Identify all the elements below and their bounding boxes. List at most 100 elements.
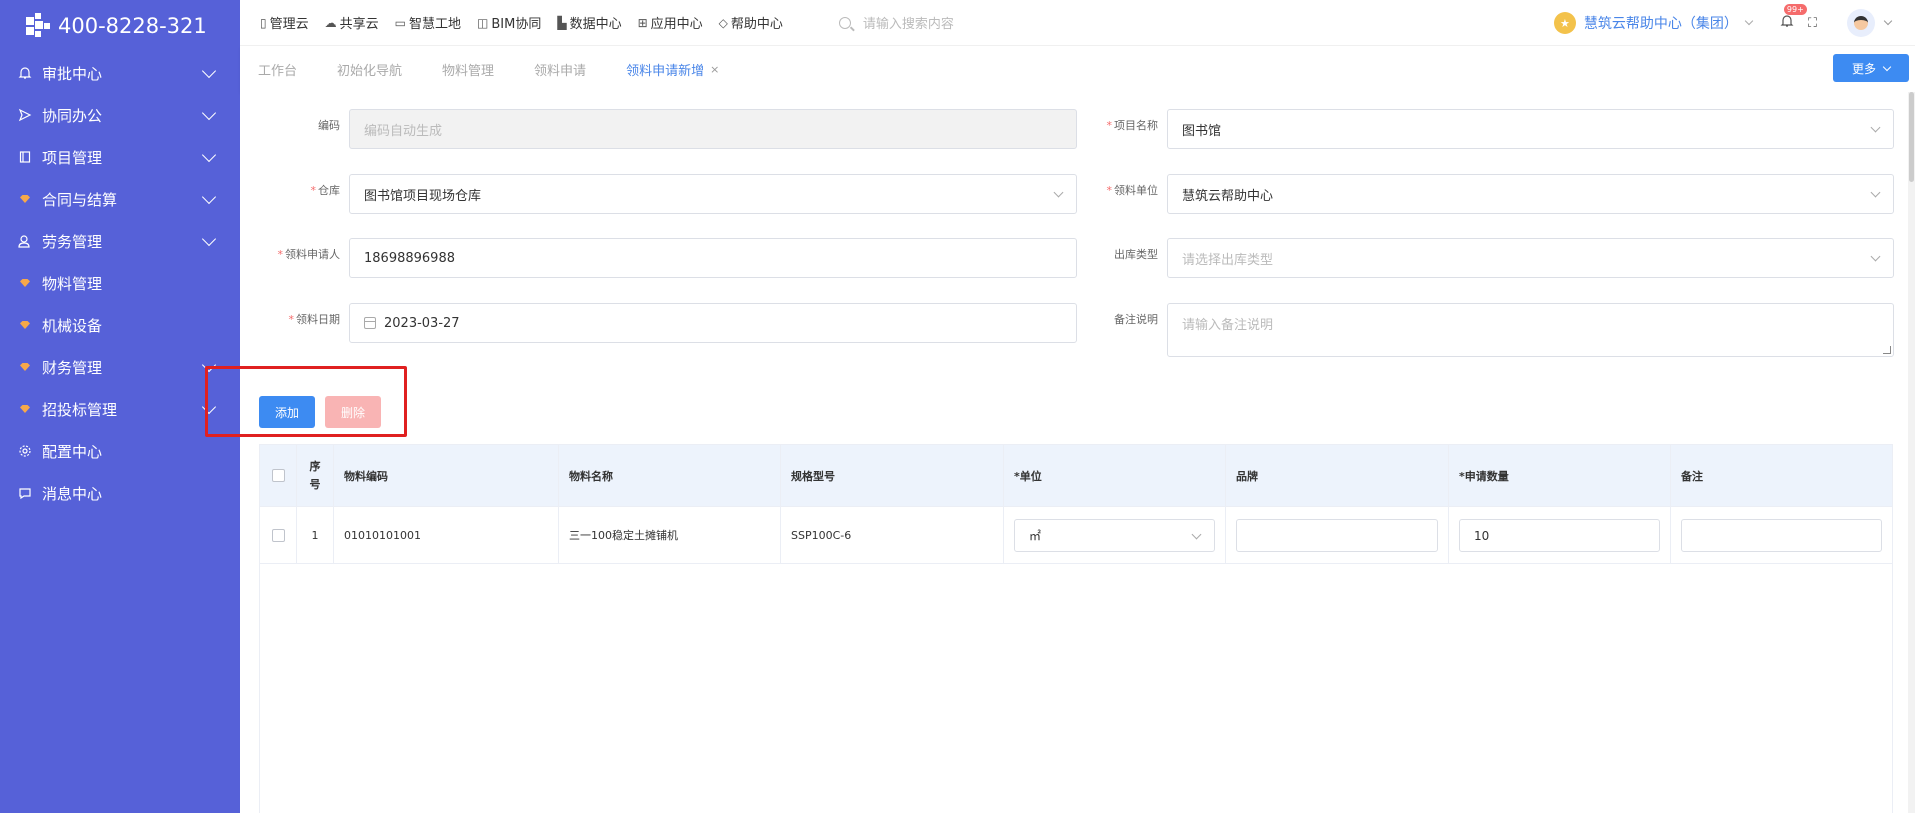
sidebar-item-label: 消息中心 bbox=[42, 484, 103, 503]
chevron-down-icon bbox=[201, 105, 217, 120]
row-qty-cell: 10 bbox=[1449, 507, 1671, 563]
sidebar-item-label: 协同办公 bbox=[42, 106, 103, 125]
resize-handle-icon bbox=[1883, 346, 1891, 354]
tab-requisition-new[interactable]: 领料申请新增 bbox=[626, 60, 704, 79]
header-code: 物料编码 bbox=[334, 445, 559, 506]
more-button[interactable]: 更多 bbox=[1833, 54, 1909, 82]
sidebar-item-machinery[interactable]: 机械设备 bbox=[0, 304, 240, 346]
sidebar-item-label: 审批中心 bbox=[42, 64, 103, 83]
remark-input[interactable] bbox=[1681, 519, 1882, 552]
sidebar-item-label: 项目管理 bbox=[42, 148, 103, 167]
sidebar-item-label: 劳务管理 bbox=[42, 232, 103, 251]
topnav-item-smart-site[interactable]: ▭ 智慧工地 bbox=[394, 13, 461, 33]
topnav-item-label: BIM协同 bbox=[491, 17, 542, 32]
org-switcher[interactable]: ★ 慧筑云帮助中心（集团） bbox=[1553, 12, 1754, 34]
doc-icon: ▯ bbox=[260, 15, 267, 30]
logo-mark-icon bbox=[24, 11, 54, 41]
calendar-icon bbox=[364, 317, 376, 329]
sidebar-item-messages[interactable]: 消息中心 bbox=[0, 472, 240, 514]
sidebar-item-project[interactable]: 项目管理 bbox=[0, 136, 240, 178]
applicant-label: * 领料申请人 bbox=[277, 248, 341, 261]
row-checkbox[interactable] bbox=[260, 507, 297, 563]
sidebar-item-config[interactable]: 配置中心 bbox=[0, 430, 240, 472]
sidebar-item-labor[interactable]: 劳务管理 bbox=[0, 220, 240, 262]
code-label: 编码 bbox=[318, 119, 340, 132]
remark-textarea[interactable]: 请输入备注说明 bbox=[1167, 303, 1894, 357]
header-remark: 备注 bbox=[1681, 469, 1703, 483]
unit-select[interactable]: 慧筑云帮助中心 bbox=[1167, 174, 1894, 214]
row-brand-cell bbox=[1226, 507, 1449, 563]
chevron-down-icon bbox=[201, 63, 217, 78]
book-icon: ▭ bbox=[394, 15, 406, 30]
chevron-down-icon bbox=[201, 231, 217, 246]
project-label: * 项目名称 bbox=[1106, 119, 1159, 132]
checkbox-icon bbox=[271, 469, 285, 482]
scrollbar-thumb[interactable] bbox=[1909, 92, 1914, 182]
topnav-item-management-cloud[interactable]: ▯ 管理云 bbox=[260, 13, 309, 33]
row-name: 三一100稳定土摊铺机 bbox=[559, 507, 781, 563]
gear-icon bbox=[16, 442, 34, 460]
row-spec: SSP100C-6 bbox=[781, 507, 1004, 563]
topnav-item-label: 应用中心 bbox=[650, 17, 703, 32]
sidebar-item-finance[interactable]: 财务管理 bbox=[0, 346, 240, 388]
scrollbar[interactable] bbox=[1908, 92, 1915, 813]
topnav-item-label: 数据中心 bbox=[569, 17, 622, 32]
sidebar-item-contract[interactable]: 合同与结算 bbox=[0, 178, 240, 220]
topnav-item-bim[interactable]: ◫ BIM协同 bbox=[477, 13, 542, 33]
more-label: 更多 bbox=[1851, 61, 1876, 76]
sidebar-item-bidding[interactable]: 招投标管理 bbox=[0, 388, 240, 430]
warehouse-select[interactable]: 图书馆项目现场仓库 bbox=[349, 174, 1077, 214]
sidebar-item-approval[interactable]: 审批中心 bbox=[0, 52, 240, 94]
sidebar-item-label: 合同与结算 bbox=[42, 190, 118, 209]
brand-input[interactable] bbox=[1236, 519, 1438, 552]
sidebar-item-label: 机械设备 bbox=[42, 316, 103, 335]
sidebar: 400-8228-321 审批中心 协同办公 项目管理 合同与结算 劳务管理 物… bbox=[0, 0, 240, 813]
topnav-item-app-center[interactable]: ⊞ 应用中心 bbox=[638, 13, 703, 33]
date-label: * 领料日期 bbox=[288, 313, 341, 326]
org-name: 慧筑云帮助中心（集团） bbox=[1583, 16, 1738, 32]
code-field: 编码自动生成 bbox=[349, 109, 1077, 149]
row-code: 01010101001 bbox=[334, 507, 559, 563]
tab-init-nav[interactable]: 初始化导航 bbox=[337, 60, 402, 79]
tab-material[interactable]: 物料管理 bbox=[442, 60, 494, 79]
sidebar-item-collab[interactable]: 协同办公 bbox=[0, 94, 240, 136]
book-icon bbox=[16, 148, 34, 166]
topnav-item-data-center[interactable]: ▙ 数据中心 bbox=[557, 13, 622, 33]
header-seq: 序号 bbox=[297, 445, 334, 506]
gem-icon bbox=[16, 358, 34, 376]
chevron-down-icon bbox=[201, 189, 217, 204]
diamond-icon: ◇ bbox=[718, 15, 728, 30]
topnav-item-shared-cloud[interactable]: ☁ 共享云 bbox=[325, 13, 379, 33]
topnav-item-label: 帮助中心 bbox=[730, 17, 783, 32]
fullscreen-icon[interactable]: ⛶ bbox=[1808, 16, 1817, 31]
sidebar-item-label: 招投标管理 bbox=[42, 400, 118, 419]
chevron-down-icon bbox=[201, 147, 217, 162]
header-select-all[interactable] bbox=[260, 445, 297, 506]
applicant-field[interactable]: 18698896988 bbox=[349, 238, 1077, 278]
chevron-down-icon[interactable] bbox=[1883, 16, 1893, 26]
phone-number: 400-8228-321 bbox=[58, 14, 207, 38]
avatar[interactable] bbox=[1847, 9, 1875, 37]
topnav-item-help[interactable]: ◇ 帮助中心 bbox=[718, 13, 783, 33]
outtype-label: 出库类型 bbox=[1114, 248, 1158, 261]
unit-select[interactable]: ㎡ bbox=[1014, 519, 1215, 552]
search-icon bbox=[838, 16, 851, 29]
send-icon bbox=[16, 106, 34, 124]
highlight-annotation bbox=[205, 366, 407, 437]
close-icon[interactable]: × bbox=[710, 63, 719, 76]
project-select[interactable]: 图书馆 bbox=[1167, 109, 1894, 149]
tab-workbench[interactable]: 工作台 bbox=[258, 60, 297, 79]
qty-input[interactable]: 10 bbox=[1459, 519, 1660, 552]
tab-requisition[interactable]: 领料申请 bbox=[534, 60, 586, 79]
topnav-item-label: 共享云 bbox=[339, 17, 379, 32]
notification-bell-icon[interactable]: 99+ bbox=[1780, 4, 1807, 32]
outtype-select[interactable]: 请选择出库类型 bbox=[1167, 238, 1894, 278]
row-unit-cell: ㎡ bbox=[1004, 507, 1226, 563]
bar-chart-icon: ▙ bbox=[557, 15, 567, 30]
date-picker[interactable]: 2023-03-27 bbox=[349, 303, 1077, 343]
search-input[interactable]: 请输入搜索内容 bbox=[838, 13, 1139, 32]
logo[interactable]: 400-8228-321 bbox=[0, 0, 240, 52]
chat-icon bbox=[16, 484, 34, 502]
notification-badge: 99+ bbox=[1783, 4, 1807, 15]
sidebar-item-material[interactable]: 物料管理 bbox=[0, 262, 240, 304]
